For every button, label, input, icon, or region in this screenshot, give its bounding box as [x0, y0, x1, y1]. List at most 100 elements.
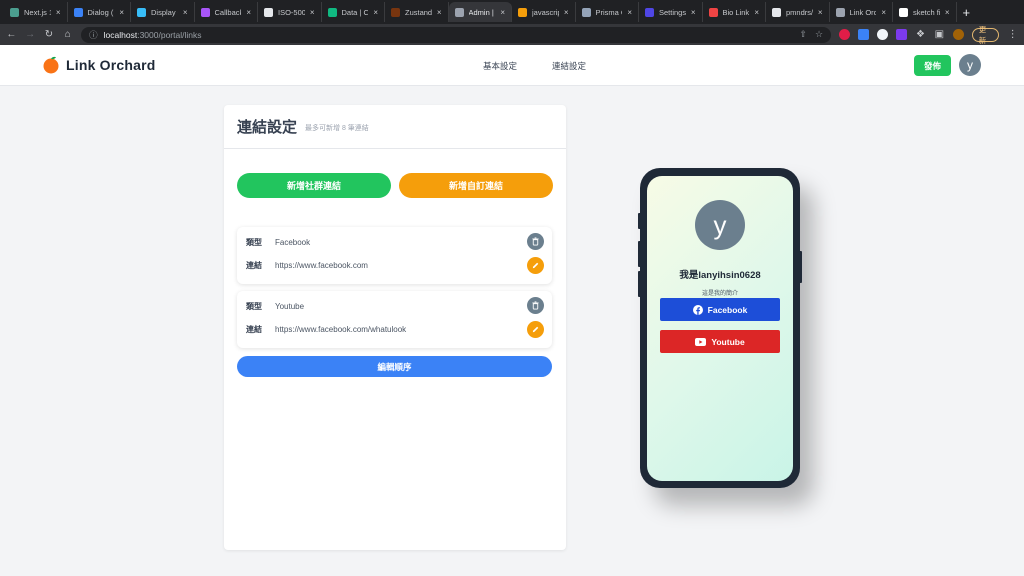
delete-link-button[interactable] [527, 297, 544, 314]
type-label: 類型 [246, 238, 262, 247]
url-path: :3000/portal/links [137, 29, 202, 40]
tab-title: Prisma C [595, 7, 623, 17]
extension-opera-icon[interactable] [839, 29, 851, 40]
bookmark-star-icon[interactable]: ☆ [815, 29, 823, 40]
phone-side-button [638, 271, 641, 297]
tab-close-icon[interactable]: × [754, 8, 759, 17]
address-bar[interactable]: ⓘ localhost:3000/portal/links ⇧ ☆ [81, 26, 832, 43]
new-tab-button[interactable]: + [957, 5, 977, 20]
browser-tab-strip: Next.js 13 × Dialog (M × Display - × Callback ×… [0, 0, 1024, 24]
delete-link-button[interactable] [527, 233, 544, 250]
edit-order-button[interactable]: 編輯順序 [237, 356, 552, 377]
browser-update-button[interactable]: 更新 [971, 25, 1000, 45]
tab-title: ISO-5000 [278, 7, 305, 17]
preview-youtube-button[interactable]: Youtube [660, 330, 780, 353]
tab-title: sketch fil [913, 7, 940, 17]
nav-basic-settings[interactable]: 基本設定 [483, 60, 517, 72]
link-type-value: Facebook [275, 238, 311, 247]
browser-tab[interactable]: Zustand × [385, 2, 449, 22]
profile-bio: 這是我的簡介 [701, 291, 738, 297]
reload-icon[interactable]: ↻ [44, 29, 55, 40]
tab-title: Admin | L [468, 7, 496, 17]
tab-close-icon[interactable]: × [627, 8, 632, 17]
back-icon[interactable]: ← [6, 29, 17, 40]
page-title: 連結設定 [237, 119, 298, 136]
profile-avatar-icon[interactable] [952, 29, 964, 40]
tab-close-icon[interactable]: × [56, 8, 61, 17]
tab-title: Zustand [405, 7, 432, 17]
tab-close-icon[interactable]: × [691, 8, 696, 17]
tab-close-icon[interactable]: × [373, 8, 378, 17]
tab-favicon-icon [137, 7, 146, 17]
link-url-value: https://www.facebook.com/whatulook [275, 325, 407, 334]
type-label: 類型 [246, 302, 262, 311]
browser-tab[interactable]: javascript × [512, 2, 576, 22]
tab-favicon-icon [200, 7, 210, 17]
trash-icon [532, 301, 539, 310]
edit-link-button[interactable] [527, 257, 544, 274]
tab-favicon-icon [391, 7, 400, 17]
browser-tab[interactable]: Next.js 13 × [4, 2, 68, 22]
link-url-row: 連結 https://www.facebook.com [246, 260, 368, 271]
link-settings-card: 連結設定 最多可新增 8 筆連結 新增社群連結 新增自訂連結 類型 Facebo… [224, 105, 566, 550]
phone-side-button [799, 251, 802, 283]
browser-tab[interactable]: sketch fil × [893, 2, 957, 22]
extension-circle-icon[interactable] [877, 29, 889, 40]
tab-favicon-icon [264, 7, 273, 17]
browser-tab[interactable]: Callback × [195, 2, 258, 22]
tab-close-icon[interactable]: × [818, 8, 823, 17]
tab-close-icon[interactable]: × [119, 8, 124, 17]
browser-tab[interactable]: Display - × [131, 2, 195, 22]
browser-tab[interactable]: Link Orch × [830, 2, 893, 22]
extension-purple-icon[interactable] [896, 29, 908, 40]
tab-title: Callback [214, 7, 242, 17]
phone-side-button [638, 213, 641, 229]
nav-link-settings[interactable]: 連結設定 [552, 60, 586, 72]
home-icon[interactable]: ⌂ [62, 29, 73, 40]
link-item: 類型 Facebook 連結 https://www.facebook.com [237, 227, 552, 284]
browser-tab[interactable]: pmndrs/z × [766, 2, 830, 22]
tab-close-icon[interactable]: × [945, 8, 950, 17]
trash-icon [532, 237, 539, 246]
link-url-row: 連結 https://www.facebook.com/whatulook [246, 324, 406, 335]
browser-tab[interactable]: ISO-5000 × [258, 2, 322, 22]
extension-translate-icon[interactable] [858, 29, 870, 40]
browser-tab[interactable]: Settings × [639, 2, 703, 22]
pencil-icon [532, 326, 539, 333]
orange-logo-icon [43, 56, 59, 74]
browser-tab[interactable]: Data | Cl × [322, 2, 385, 22]
edit-link-button[interactable] [527, 321, 544, 338]
tab-close-icon[interactable]: × [500, 8, 505, 17]
browser-toolbar: ← → ↻ ⌂ ⓘ localhost:3000/portal/links ⇧ … [0, 24, 1024, 45]
tab-close-icon[interactable]: × [881, 8, 886, 17]
logo-text: Link Orchard [66, 57, 156, 73]
add-social-link-button[interactable]: 新增社群連結 [237, 173, 391, 198]
tab-close-icon[interactable]: × [437, 8, 442, 17]
publish-button[interactable]: 發佈 [914, 55, 951, 76]
browser-tab[interactable]: Bio Link - × [703, 2, 766, 22]
tab-close-icon[interactable]: × [246, 8, 251, 17]
user-avatar[interactable]: y [959, 54, 981, 76]
browser-menu-icon[interactable]: ⋮ [1007, 29, 1018, 40]
tab-title: Link Orch [849, 7, 877, 17]
link-type-row: 類型 Youtube [246, 301, 304, 312]
tab-close-icon[interactable]: × [310, 8, 315, 17]
tab-close-icon[interactable]: × [183, 8, 188, 17]
link-label: 連結 [246, 325, 262, 334]
site-info-icon[interactable]: ⓘ [89, 29, 98, 41]
preview-facebook-button[interactable]: Facebook [660, 298, 780, 321]
browser-tab[interactable]: Dialog (M × [68, 2, 131, 22]
tab-favicon-icon [581, 7, 591, 17]
logo[interactable]: Link Orchard [42, 56, 156, 74]
add-custom-link-button[interactable]: 新增自訂連結 [399, 173, 553, 198]
extensions-puzzle-icon[interactable]: ❖ [915, 29, 926, 40]
tab-close-icon[interactable]: × [564, 8, 569, 17]
tab-title: pmndrs/z [786, 7, 813, 17]
share-icon[interactable]: ⇧ [800, 29, 808, 40]
link-type-value: Youtube [275, 302, 305, 311]
side-panel-icon[interactable]: ▣ [934, 29, 945, 40]
forward-icon[interactable]: → [25, 29, 36, 40]
profile-avatar: y [695, 200, 745, 250]
browser-tab[interactable]: Prisma C × [576, 2, 639, 22]
browser-tab[interactable]: Admin | L × [448, 2, 512, 22]
